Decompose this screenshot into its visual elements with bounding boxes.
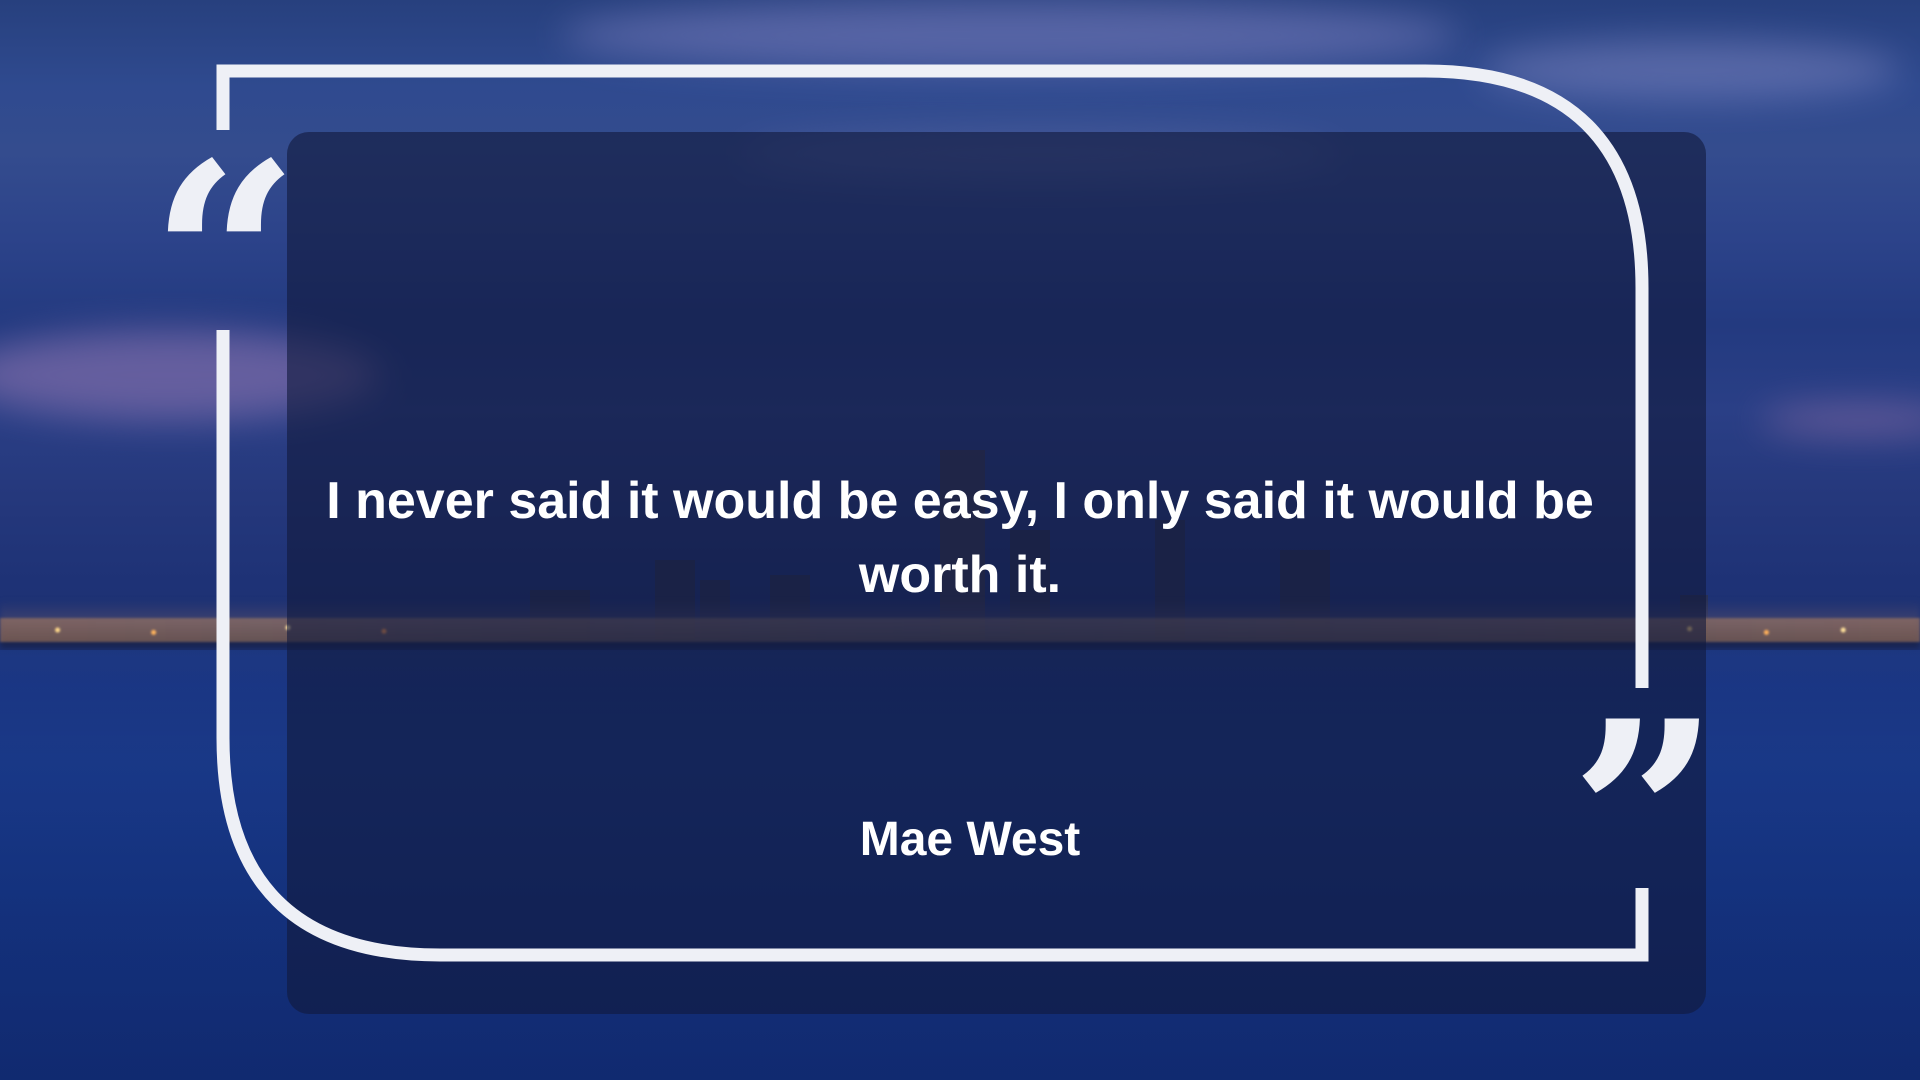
quote-text: I never said it would be easy, I only sa… (326, 472, 1594, 604)
close-quote-icon: ” (1570, 665, 1720, 970)
quote-slide: “ ” I never said it would be easy, I onl… (0, 0, 1920, 1080)
quote-author: Mae West (859, 813, 1081, 866)
open-quote-icon: “ (150, 107, 300, 412)
